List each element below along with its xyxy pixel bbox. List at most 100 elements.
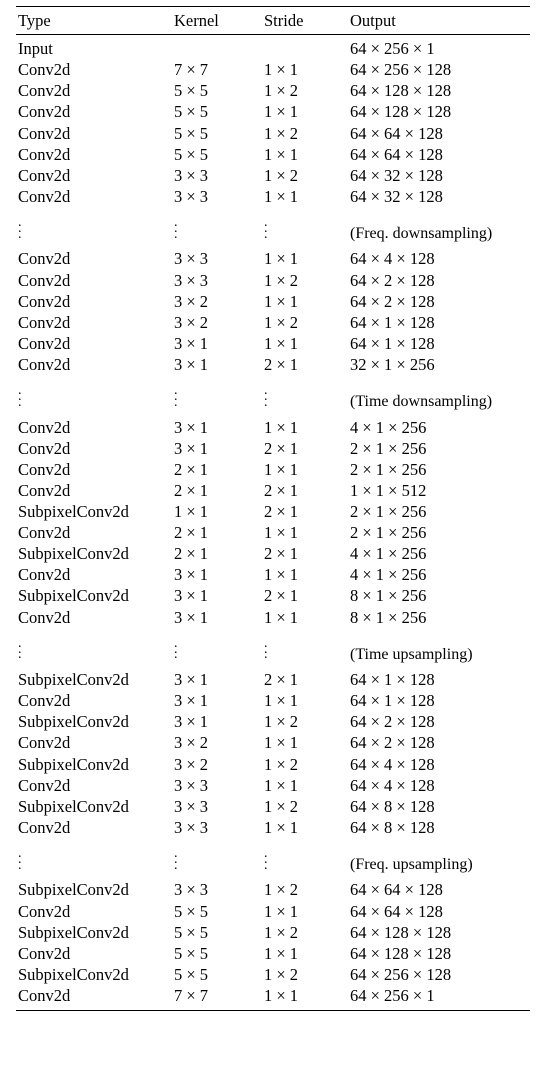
- td-kernel: 5 × 5: [174, 901, 264, 922]
- td-stride: 1 × 1: [264, 522, 350, 543]
- td-type: Conv2d: [16, 480, 174, 501]
- td-type: Conv2d: [16, 817, 174, 838]
- vdots-icon: ...: [174, 218, 178, 238]
- td-output: 64 × 128 × 128: [350, 922, 530, 943]
- table-row: Conv2d3 × 11 × 18 × 1 × 256: [16, 607, 530, 628]
- td-output: 64 × 64 × 128: [350, 879, 530, 900]
- td-kernel: 3 × 1: [174, 607, 264, 628]
- rule-top: [16, 6, 530, 7]
- table-cell: ...: [264, 849, 350, 875]
- th-stride: Stride: [264, 10, 350, 31]
- td-kernel: 3 × 3: [174, 248, 264, 269]
- td-kernel: [174, 38, 264, 59]
- td-stride: 1 × 1: [264, 291, 350, 312]
- td-kernel: 3 × 3: [174, 796, 264, 817]
- annotation: (Freq. downsampling): [350, 218, 530, 244]
- td-output: 2 × 1 × 256: [350, 522, 530, 543]
- table-cell: ...: [16, 639, 174, 665]
- td-type: SubpixelConv2d: [16, 543, 174, 564]
- vdots-icon: ...: [264, 386, 268, 406]
- td-type: Conv2d: [16, 59, 174, 80]
- td-type: Conv2d: [16, 607, 174, 628]
- td-output: 64 × 256 × 1: [350, 38, 530, 59]
- th-output: Output: [350, 10, 530, 31]
- td-stride: 1 × 1: [264, 459, 350, 480]
- td-kernel: 3 × 1: [174, 438, 264, 459]
- th-type: Type: [16, 10, 174, 31]
- vdots-icon: ...: [264, 849, 268, 869]
- td-type: SubpixelConv2d: [16, 501, 174, 522]
- td-output: 64 × 2 × 128: [350, 291, 530, 312]
- td-stride: 1 × 1: [264, 333, 350, 354]
- td-kernel: 2 × 1: [174, 543, 264, 564]
- td-output: 64 × 8 × 128: [350, 796, 530, 817]
- table-row: Conv2d3 × 11 × 164 × 1 × 128: [16, 690, 530, 711]
- td-type: Conv2d: [16, 690, 174, 711]
- td-type: Conv2d: [16, 165, 174, 186]
- td-stride: 1 × 2: [264, 879, 350, 900]
- td-type: Conv2d: [16, 333, 174, 354]
- td-stride: 2 × 1: [264, 669, 350, 690]
- td-stride: 1 × 2: [264, 312, 350, 333]
- table-row: Conv2d5 × 51 × 264 × 64 × 128: [16, 123, 530, 144]
- table-block: .........(Time downsampling)Conv2d3 × 11…: [16, 377, 530, 630]
- vdots-icon: ...: [264, 218, 268, 238]
- td-type: Conv2d: [16, 438, 174, 459]
- td-kernel: 2 × 1: [174, 480, 264, 501]
- td-kernel: 2 × 1: [174, 459, 264, 480]
- td-output: 64 × 2 × 128: [350, 711, 530, 732]
- td-stride: 2 × 1: [264, 543, 350, 564]
- td-stride: 1 × 1: [264, 59, 350, 80]
- td-output: 64 × 1 × 128: [350, 690, 530, 711]
- table-row: Conv2d3 × 11 × 14 × 1 × 256: [16, 564, 530, 585]
- table-row: Conv2d5 × 51 × 164 × 64 × 128: [16, 144, 530, 165]
- td-kernel: 3 × 2: [174, 291, 264, 312]
- td-type: Conv2d: [16, 985, 174, 1006]
- table-row: Conv2d3 × 11 × 14 × 1 × 256: [16, 417, 530, 438]
- td-kernel: 5 × 5: [174, 922, 264, 943]
- td-output: 64 × 32 × 128: [350, 186, 530, 207]
- td-stride: 2 × 1: [264, 438, 350, 459]
- table-row: SubpixelConv2d3 × 12 × 18 × 1 × 256: [16, 585, 530, 606]
- td-kernel: 5 × 5: [174, 123, 264, 144]
- td-stride: 1 × 1: [264, 775, 350, 796]
- td-type: SubpixelConv2d: [16, 964, 174, 985]
- table-cell: ...: [264, 386, 350, 412]
- td-kernel: 3 × 1: [174, 354, 264, 375]
- td-kernel: 3 × 3: [174, 165, 264, 186]
- td-kernel: 3 × 2: [174, 754, 264, 775]
- vdots-icon: ...: [18, 386, 22, 406]
- td-type: SubpixelConv2d: [16, 922, 174, 943]
- td-output: 2 × 1 × 256: [350, 438, 530, 459]
- td-stride: 1 × 1: [264, 690, 350, 711]
- table-row: SubpixelConv2d3 × 11 × 264 × 2 × 128: [16, 711, 530, 732]
- table-row: SubpixelConv2d3 × 21 × 264 × 4 × 128: [16, 754, 530, 775]
- td-type: Conv2d: [16, 354, 174, 375]
- td-output: 8 × 1 × 256: [350, 607, 530, 628]
- td-kernel: 5 × 5: [174, 80, 264, 101]
- td-stride: 1 × 1: [264, 101, 350, 122]
- td-kernel: 3 × 1: [174, 564, 264, 585]
- td-output: 64 × 8 × 128: [350, 817, 530, 838]
- td-type: SubpixelConv2d: [16, 754, 174, 775]
- table-row: Conv2d3 × 21 × 164 × 2 × 128: [16, 291, 530, 312]
- td-output: 64 × 1 × 128: [350, 333, 530, 354]
- td-kernel: 3 × 1: [174, 669, 264, 690]
- td-stride: 2 × 1: [264, 354, 350, 375]
- td-stride: 1 × 1: [264, 248, 350, 269]
- table-row: Conv2d2 × 11 × 12 × 1 × 256: [16, 522, 530, 543]
- td-output: 64 × 1 × 128: [350, 312, 530, 333]
- table-row: Conv2d3 × 31 × 264 × 32 × 128: [16, 165, 530, 186]
- td-kernel: 3 × 1: [174, 690, 264, 711]
- td-kernel: 5 × 5: [174, 101, 264, 122]
- table-header: Type Kernel Stride Output: [16, 8, 530, 34]
- td-kernel: 2 × 1: [174, 522, 264, 543]
- td-output: 64 × 256 × 1: [350, 985, 530, 1006]
- td-stride: 2 × 1: [264, 480, 350, 501]
- td-kernel: 3 × 1: [174, 417, 264, 438]
- td-output: 64 × 256 × 128: [350, 964, 530, 985]
- table-cell: ...: [264, 218, 350, 244]
- table-row: SubpixelConv2d3 × 31 × 264 × 8 × 128: [16, 796, 530, 817]
- td-output: 64 × 256 × 128: [350, 59, 530, 80]
- table-row: Conv2d3 × 31 × 264 × 2 × 128: [16, 270, 530, 291]
